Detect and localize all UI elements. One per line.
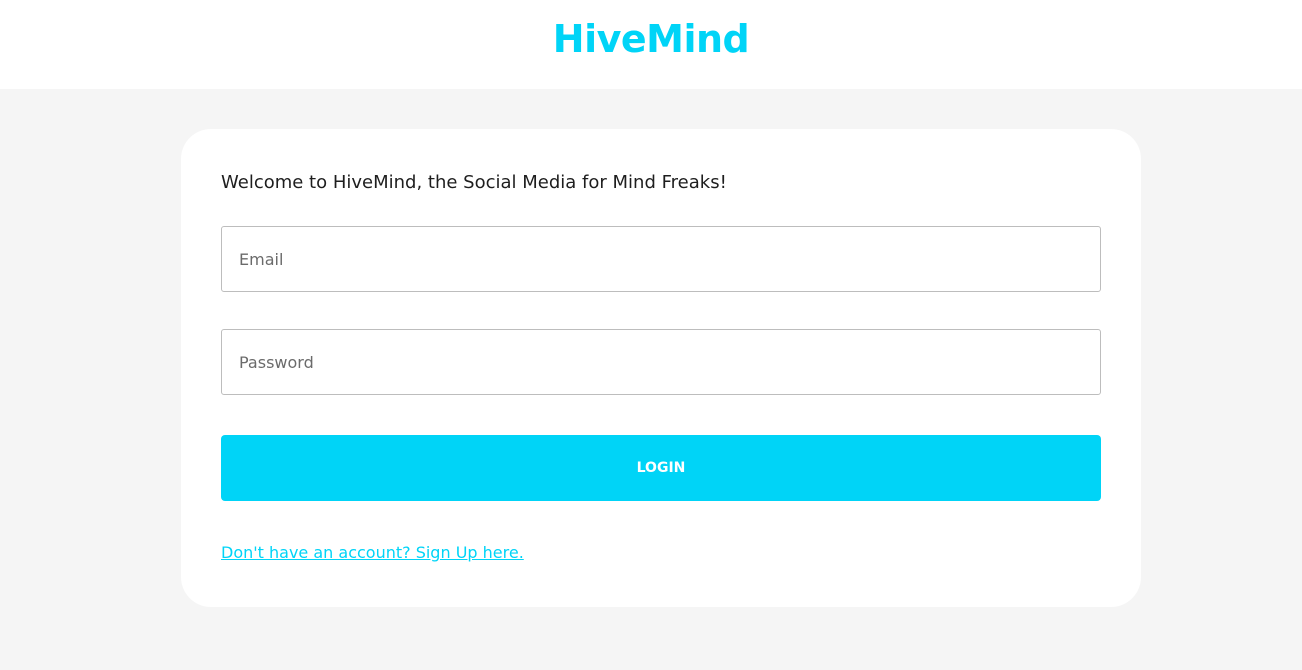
app-logo: HiveMind xyxy=(552,16,750,61)
password-input[interactable] xyxy=(221,329,1101,395)
login-button[interactable]: LOGIN xyxy=(221,435,1101,501)
main-area: Welcome to HiveMind, the Social Media fo… xyxy=(0,89,1302,670)
welcome-message: Welcome to HiveMind, the Social Media fo… xyxy=(221,172,727,193)
app-header: HiveMind xyxy=(0,0,1302,89)
login-card: Welcome to HiveMind, the Social Media fo… xyxy=(181,129,1141,607)
email-input[interactable] xyxy=(221,226,1101,292)
signup-link[interactable]: Don't have an account? Sign Up here. xyxy=(221,543,524,562)
